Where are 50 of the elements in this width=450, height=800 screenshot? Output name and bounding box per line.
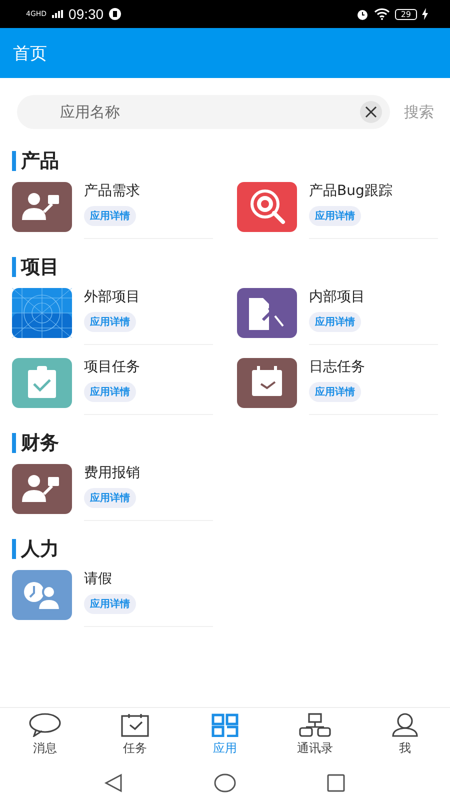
alarm-icon	[356, 8, 369, 20]
page-title: 首页	[13, 42, 47, 64]
org-chart-icon	[298, 713, 332, 737]
calendar-check-icon	[118, 713, 152, 737]
app-name: 费用报销	[84, 464, 140, 482]
section-title: 项目	[21, 255, 59, 280]
section-title: 产品	[21, 149, 59, 174]
clear-icon[interactable]	[360, 101, 382, 123]
nav-tab[interactable]: 任务	[90, 708, 180, 765]
app-details-link[interactable]: 应用详情	[309, 206, 361, 226]
app-name: 请假	[84, 570, 112, 588]
home-icon[interactable]	[214, 772, 236, 792]
nav-tab[interactable]: 通讯录	[270, 708, 360, 765]
app-name: 内部项目	[309, 288, 365, 306]
clock-person-icon[interactable]	[12, 570, 72, 620]
nav-tab[interactable]: 消息	[0, 708, 90, 765]
clipboard-check-icon[interactable]	[12, 358, 72, 408]
search-field[interactable]: 应用名称	[17, 95, 390, 129]
recents-icon[interactable]	[326, 772, 346, 792]
app-details-link[interactable]: 应用详情	[84, 594, 136, 614]
notification-icon	[108, 8, 121, 20]
presenter-icon[interactable]	[12, 464, 72, 514]
bug-search-icon[interactable]	[237, 182, 297, 232]
section-title: 人力	[21, 537, 59, 562]
app-details-link[interactable]: 应用详情	[84, 312, 136, 332]
battery-level: 29	[394, 8, 417, 20]
signal-icon	[52, 10, 64, 18]
blueprint-icon[interactable]	[12, 288, 72, 338]
presenter-icon[interactable]	[12, 182, 72, 232]
section-title: 财务	[21, 431, 59, 456]
document-hammer-icon[interactable]	[237, 288, 297, 338]
charging-icon	[422, 8, 428, 20]
app-details-link[interactable]: 应用详情	[309, 312, 361, 332]
app-details-link[interactable]: 应用详情	[84, 206, 136, 226]
app-name: 产品需求	[84, 182, 140, 200]
app-name: 项目任务	[84, 358, 140, 376]
wifi-icon	[374, 8, 390, 20]
app-name: 产品Bug跟踪	[309, 182, 392, 200]
back-icon[interactable]	[104, 772, 124, 792]
app-name: 日志任务	[309, 358, 365, 376]
app-name: 外部项目	[84, 288, 140, 306]
app-details-link[interactable]: 应用详情	[84, 488, 136, 508]
clock-time: 09:30	[68, 6, 104, 22]
nav-tab[interactable]: 我	[360, 708, 450, 765]
app-details-link[interactable]: 应用详情	[309, 382, 361, 402]
calendar-check-icon[interactable]	[237, 358, 297, 408]
nav-tab[interactable]: 应用	[180, 708, 270, 765]
app-details-link[interactable]: 应用详情	[84, 382, 136, 402]
chat-bubble-icon	[28, 713, 62, 737]
search-button[interactable]: 搜索	[404, 102, 434, 122]
